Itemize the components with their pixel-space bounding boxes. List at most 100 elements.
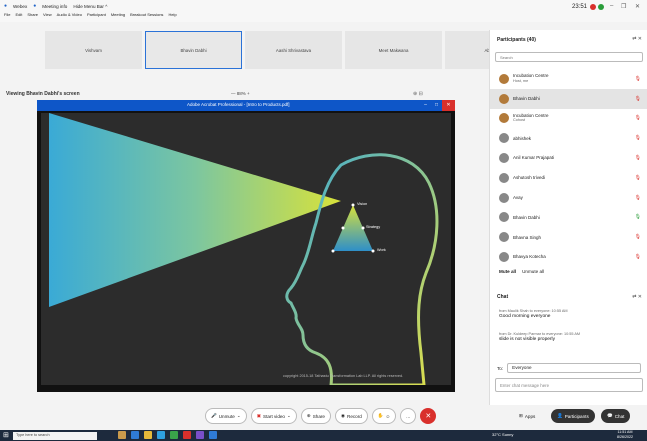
- participants-button[interactable]: 👤 Participants: [551, 409, 595, 423]
- participant-row[interactable]: Incubation Centre Cohost 🎙: [490, 109, 647, 129]
- menu-file[interactable]: File: [4, 12, 10, 17]
- avatar: [499, 113, 509, 124]
- head-silhouette: [285, 153, 439, 385]
- participant-name: Bhavya Kotecha: [513, 254, 546, 260]
- participant-name: Bhavin Dabhi: [513, 214, 540, 220]
- menu-view[interactable]: View: [43, 12, 52, 17]
- info-icon[interactable]: ●: [33, 3, 36, 9]
- video-tile[interactable]: Meet Makwana: [345, 31, 442, 69]
- taskbar-search-input[interactable]: Type here to search: [13, 432, 97, 440]
- participant-role: Host, me: [513, 78, 529, 83]
- unmute-button[interactable]: 🎤 Unmute ⌄: [205, 408, 247, 424]
- recipient-select[interactable]: Everyone: [507, 363, 642, 373]
- taskbar-app-icon[interactable]: [131, 431, 139, 439]
- mic-muted-icon[interactable]: 🎙: [635, 96, 641, 102]
- participant-row[interactable]: Bhavna Singh 🎙: [490, 227, 647, 247]
- fit-view-icon[interactable]: ⊕ ⊟: [413, 91, 423, 97]
- taskbar-app-icon[interactable]: [183, 431, 191, 439]
- participant-name: Avay: [513, 194, 523, 200]
- participant-row[interactable]: Bhavya Kotecha 🎙: [490, 247, 647, 267]
- taskbar-app-icon[interactable]: [196, 431, 204, 439]
- reactions-button[interactable]: ✋ ☺: [371, 408, 397, 424]
- video-tile-active[interactable]: Bhavin Dabhi: [145, 31, 242, 69]
- slide-graphic: [49, 113, 439, 385]
- menu-share[interactable]: Share: [27, 12, 38, 17]
- menu-participant[interactable]: Participant: [87, 12, 106, 17]
- apps-label: Apps: [524, 413, 536, 419]
- mic-muted-icon[interactable]: 🎙: [635, 76, 641, 82]
- record-button[interactable]: ◉ Record: [334, 408, 368, 424]
- weather-tray[interactable]: 32°C Sunny: [492, 432, 513, 437]
- apps-button[interactable]: ⊞ Apps: [519, 409, 535, 423]
- participant-row[interactable]: Ashutosh trivedi 🎙: [490, 168, 647, 188]
- mic-muted-icon[interactable]: 🎙: [635, 135, 641, 141]
- participant-row[interactable]: Bhavin Dabhi 🎙: [490, 88, 647, 109]
- hand-icon: ✋: [377, 413, 384, 418]
- tile-name: Aashi Shrivastava: [275, 47, 312, 53]
- participant-row[interactable]: Incubation Centre Host, me 🎙: [490, 69, 647, 89]
- taskbar-app-icon[interactable]: [144, 431, 152, 439]
- participant-name: Bhavna Singh: [513, 234, 542, 240]
- menu-help[interactable]: Help: [168, 12, 176, 17]
- video-tile[interactable]: Vishvam: [45, 31, 142, 69]
- unmute-all-button[interactable]: Unmute all: [522, 269, 544, 274]
- to-label: To:: [497, 365, 504, 371]
- leave-meeting-button[interactable]: ✕: [420, 408, 437, 424]
- webex-logo-icon: ●: [4, 3, 8, 9]
- taskbar-app-icon[interactable]: [118, 431, 126, 439]
- avatar: [499, 232, 509, 243]
- windows-start-icon[interactable]: ⊞: [3, 431, 9, 439]
- chat-label: Chat: [614, 413, 625, 419]
- mic-muted-icon[interactable]: 🎙: [635, 155, 641, 161]
- meeting-info-link[interactable]: Meeting info: [42, 4, 67, 9]
- share-button[interactable]: ⊕ Share: [300, 408, 331, 424]
- menu-edit[interactable]: Edit: [15, 12, 22, 17]
- menu-breakout[interactable]: Breakout Sessions: [130, 12, 163, 17]
- participant-search-input[interactable]: Search: [495, 52, 643, 62]
- participants-title: Participants (40): [497, 37, 536, 43]
- mic-muted-icon[interactable]: 🎙: [635, 175, 641, 181]
- label-strategy: Strategy: [366, 225, 381, 229]
- chat-text: Good morning everyone: [499, 314, 551, 319]
- mic-muted-icon[interactable]: 🎙: [635, 115, 641, 121]
- taskbar-app-icon[interactable]: [170, 431, 178, 439]
- emoji-icon: ☺: [385, 413, 391, 419]
- taskbar-app-icon[interactable]: [209, 431, 217, 439]
- tile-name: Bhavin Dabhi: [180, 47, 207, 53]
- restore-icon[interactable]: ❐: [621, 3, 626, 10]
- more-icon: …: [405, 413, 411, 419]
- chat-meta: from Dr. Kuldeep Parmar to everyone: 10:…: [499, 332, 581, 336]
- participant-row[interactable]: Bhavin Dabhi 🎙: [490, 208, 647, 228]
- start-video-button[interactable]: ▣ Start video ⌄: [250, 408, 297, 424]
- shared-maximize-icon: □: [434, 102, 439, 108]
- video-tile[interactable]: Aashi Shrivastava: [245, 31, 342, 69]
- menu-meeting[interactable]: Meeting: [111, 12, 125, 17]
- zoom-control[interactable]: — 88% +: [231, 91, 250, 96]
- panel-close-icon[interactable]: ⇄ ✕: [632, 36, 642, 42]
- hide-menu-bar-button[interactable]: Hide Menu Bar ^: [73, 4, 107, 9]
- taskbar-app-icon[interactable]: [157, 431, 165, 439]
- close-icon[interactable]: ✕: [635, 3, 640, 10]
- menu-audio-video[interactable]: Audio & Video: [57, 12, 82, 17]
- start-video-label: Start video: [263, 413, 285, 419]
- chat-close-icon[interactable]: ⇄ ✕: [632, 294, 642, 300]
- participant-row[interactable]: Avay 🎙: [490, 188, 647, 208]
- chat-input[interactable]: Enter chat message here: [495, 378, 643, 392]
- mic-muted-icon[interactable]: 🎙: [635, 195, 641, 201]
- viewing-label: Viewing Bhavin Dabhi's screen: [6, 91, 80, 97]
- share-label: Share: [312, 413, 325, 419]
- participant-name-block: Bhavin Dabhi: [513, 96, 540, 102]
- mic-on-icon[interactable]: 🎙: [635, 214, 641, 220]
- mute-all-button[interactable]: Mute all: [499, 269, 516, 274]
- chat-meta: from Maulik Shah to everyone: 10:55 AM: [499, 309, 568, 313]
- mic-muted-icon[interactable]: 🎙: [635, 234, 641, 240]
- avatar: [499, 172, 509, 183]
- participant-row[interactable]: Anil Kumar Prajapati 🎙: [490, 148, 647, 168]
- chat-button[interactable]: 💬 Chat: [601, 409, 631, 423]
- more-options-button[interactable]: …: [400, 408, 417, 424]
- minimize-icon[interactable]: –: [610, 3, 613, 9]
- participant-row[interactable]: abhishek 🎙: [490, 128, 647, 148]
- taskbar-clock[interactable]: 11:51 AM 8/26/2022: [617, 430, 633, 439]
- avatar: [499, 252, 509, 263]
- mic-muted-icon[interactable]: 🎙: [635, 254, 641, 260]
